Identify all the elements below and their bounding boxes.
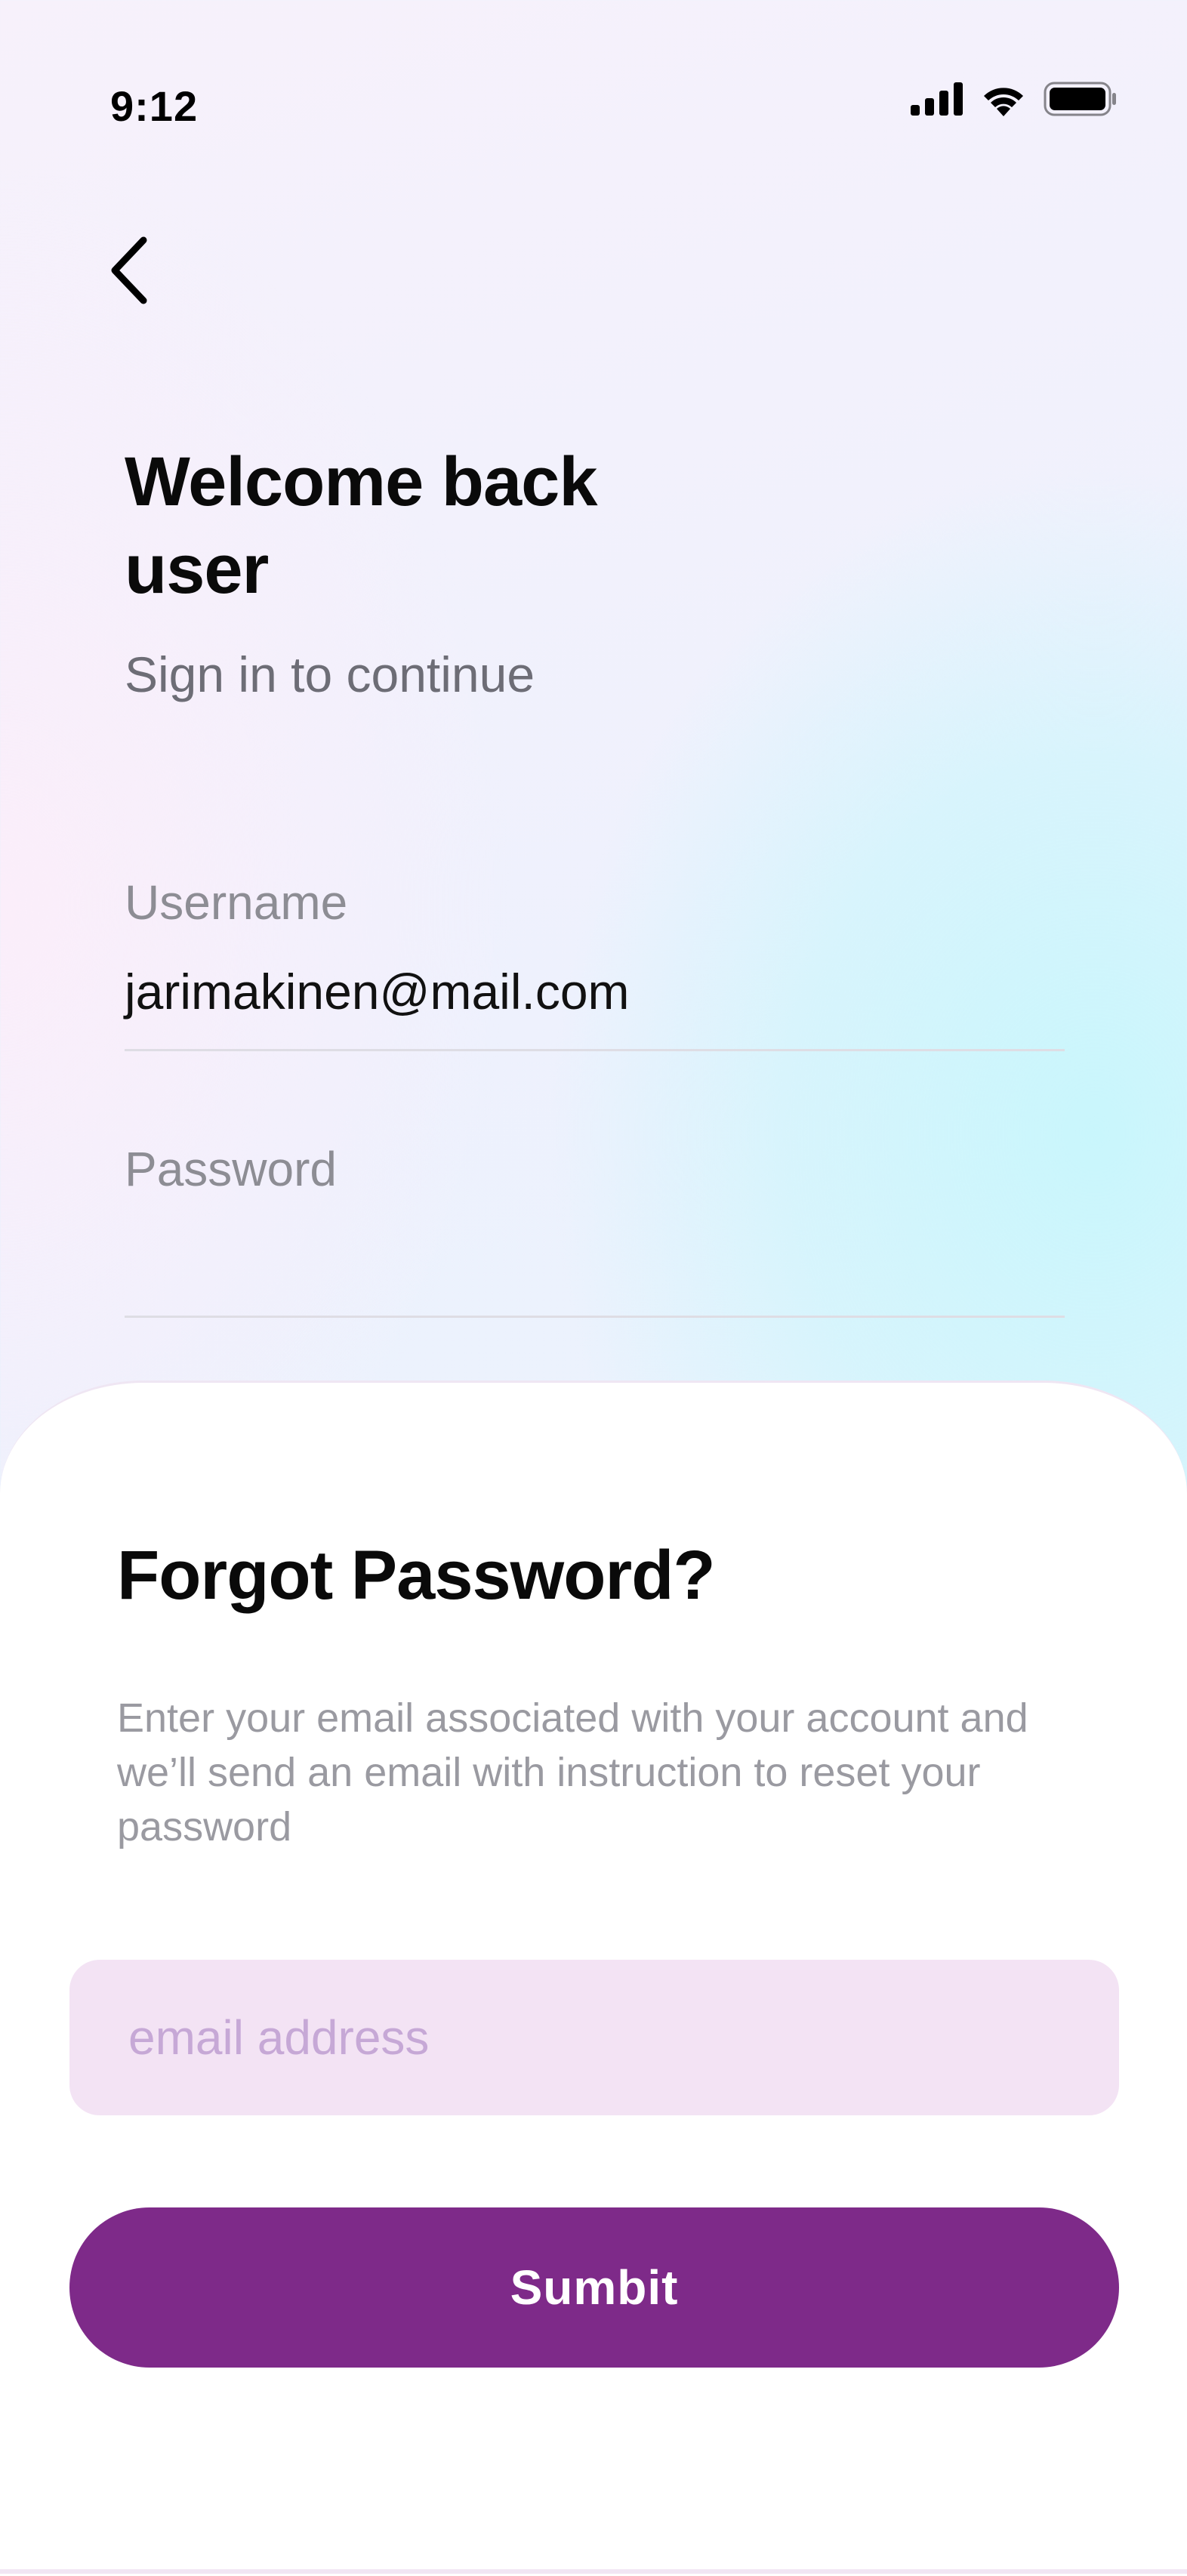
home-indicator	[0, 2569, 1187, 2574]
password-underline	[125, 1316, 1065, 1318]
username-underline	[125, 1049, 1065, 1051]
status-bar: 9:12	[0, 0, 1187, 151]
forgot-password-description: Enter your email associated with your ac…	[117, 1695, 1028, 1849]
chevron-left-icon	[106, 236, 151, 309]
forgot-password-sheet: Forgot Password? Enter your email associ…	[0, 1381, 1187, 2576]
password-value[interactable]	[125, 1228, 1065, 1288]
status-icons	[911, 82, 1118, 116]
cellular-signal-icon	[911, 82, 963, 116]
battery-icon	[1044, 82, 1118, 116]
username-field[interactable]: Username jarimakinen@mail.com	[125, 872, 1065, 1051]
password-label: Password	[125, 1142, 337, 1196]
username-label: Username	[125, 875, 348, 930]
forgot-password-title: Forgot Password?	[117, 1537, 716, 1614]
back-button[interactable]	[106, 234, 174, 310]
username-value[interactable]: jarimakinen@mail.com	[125, 961, 1065, 1022]
status-time: 9:12	[110, 82, 199, 130]
password-field[interactable]: Password	[125, 1139, 1065, 1318]
email-address-input[interactable]	[69, 1960, 1119, 2115]
welcome-title: Welcome back user	[125, 443, 598, 608]
submit-button[interactable]: Sumbit	[69, 2207, 1119, 2368]
wifi-icon	[980, 82, 1027, 116]
welcome-subtitle: Sign in to continue	[125, 646, 535, 702]
